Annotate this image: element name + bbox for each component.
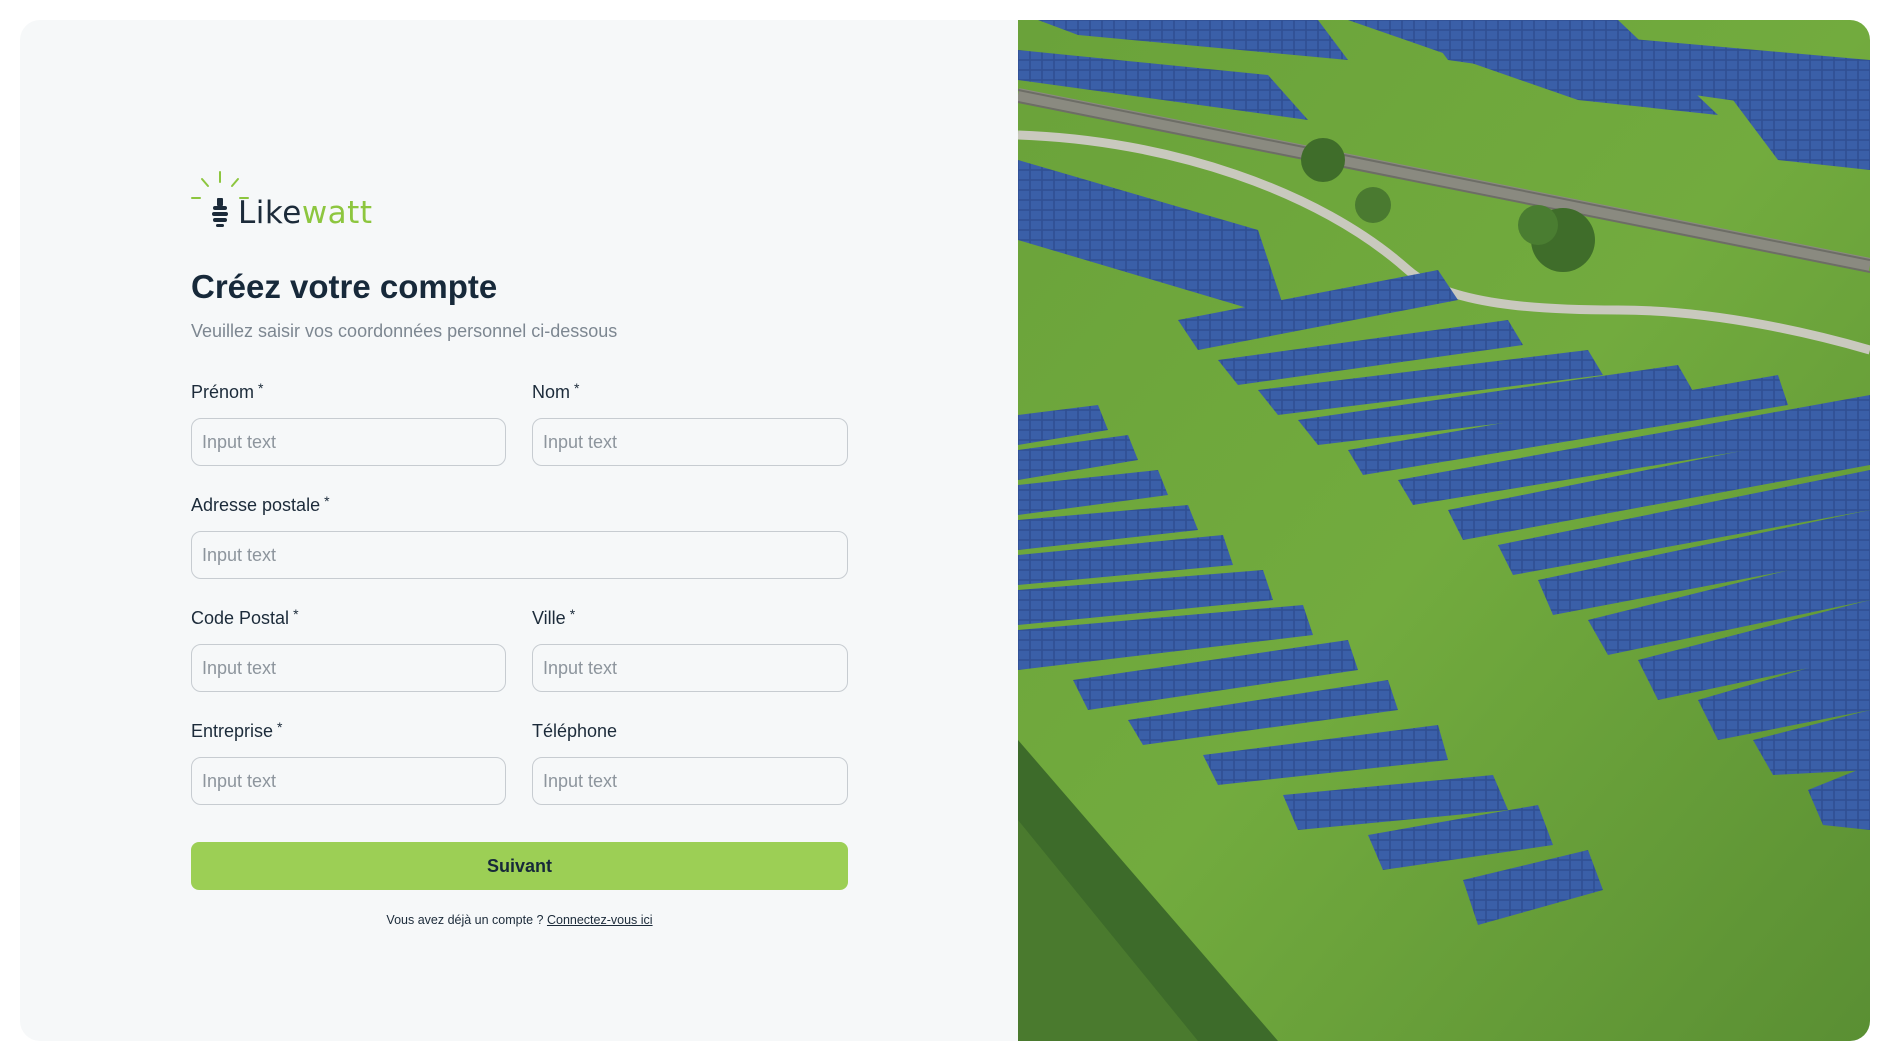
- entreprise-label: Entreprise *: [191, 719, 283, 741]
- next-button[interactable]: Suivant: [191, 842, 848, 890]
- prenom-input[interactable]: [191, 418, 506, 466]
- telephone-input[interactable]: [532, 757, 848, 805]
- solar-farm-image: [1018, 20, 1870, 1041]
- form-panel: Likewatt Créez votre compte Veuillez sai…: [20, 20, 1018, 1041]
- brand-name: Likewatt: [238, 195, 373, 231]
- login-prompt: Vous avez déjà un compte ? Connectez-vou…: [191, 913, 848, 927]
- login-prompt-text: Vous avez déjà un compte ?: [386, 913, 544, 927]
- code-postal-input[interactable]: [191, 644, 506, 692]
- page-subtitle: Veuillez saisir vos coordonnées personne…: [191, 321, 618, 341]
- ville-input[interactable]: [532, 644, 848, 692]
- solar-farm-illustration: [1018, 20, 1870, 1041]
- adresse-label: Adresse postale *: [191, 493, 330, 515]
- likewatt-logo: Likewatt: [190, 150, 440, 240]
- entreprise-input[interactable]: [191, 757, 506, 805]
- nom-label: Nom *: [532, 380, 580, 402]
- page-title: Créez votre compte: [191, 268, 498, 305]
- telephone-label: Téléphone: [532, 721, 618, 741]
- ville-label: Ville *: [532, 606, 576, 628]
- login-link[interactable]: Connectez-vous ici: [547, 913, 653, 927]
- code-postal-label: Code Postal *: [191, 606, 299, 628]
- prenom-label: Prénom *: [191, 380, 264, 402]
- adresse-input[interactable]: [191, 531, 848, 579]
- nom-input[interactable]: [532, 418, 848, 466]
- signup-card: Likewatt Créez votre compte Veuillez sai…: [20, 20, 1870, 1041]
